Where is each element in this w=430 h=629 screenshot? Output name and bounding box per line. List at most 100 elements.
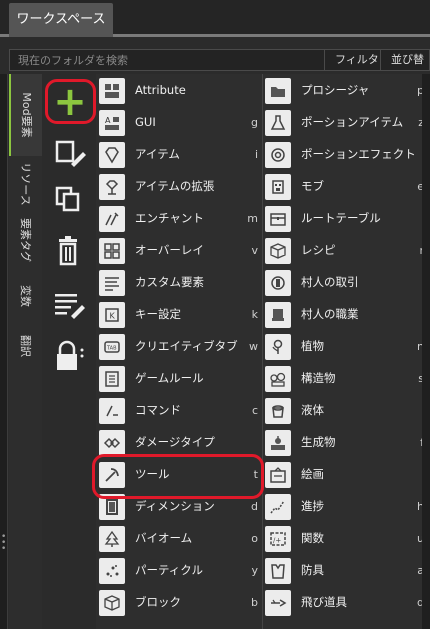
list-item[interactable]: 進捗 h — [262, 491, 424, 522]
mob-icon — [265, 174, 291, 200]
svg-text:A: A — [105, 116, 111, 125]
list-item[interactable]: ゲームルール — [96, 363, 258, 394]
tab-resources[interactable]: リソース — [9, 156, 42, 212]
item-label: ポーションエフェクト — [301, 147, 416, 161]
new-file-icon — [55, 140, 86, 167]
list-item[interactable]: 飛び道具 q — [262, 587, 424, 618]
item-label: オーバーレイ — [135, 243, 204, 257]
list-item[interactable]: 植物 n — [262, 331, 424, 362]
tab-workspace[interactable]: ワークスペース — [9, 3, 113, 37]
list-item[interactable]: Attribute — [96, 75, 258, 106]
list-item[interactable]: パーティクル y — [96, 555, 258, 586]
gui-icon: A — [99, 110, 125, 136]
list-item[interactable]: アイテム i — [96, 139, 258, 170]
right-panel-edge — [422, 74, 430, 629]
item-label: パーティクル — [135, 563, 203, 577]
list-item[interactable]: 村人の取引 — [262, 267, 424, 298]
list-item[interactable]: オーバーレイ v — [96, 235, 258, 266]
creative-tab-icon: TAB — [99, 334, 125, 360]
projectile-icon — [265, 590, 291, 616]
list-item[interactable]: ルートテーブルl — [262, 203, 424, 234]
villager-trade-icon — [265, 270, 291, 296]
list-item[interactable]: ポーションアイテムz — [262, 107, 424, 138]
list-item[interactable]: レシピr — [262, 235, 424, 266]
list-item[interactable]: 構造物s — [262, 363, 424, 394]
duplicate-button[interactable] — [51, 182, 89, 218]
edit-list-button[interactable] — [51, 286, 89, 322]
item-label: 村人の職業 — [301, 307, 359, 321]
damage-type-icon — [99, 430, 125, 456]
list-item[interactable]: K キー設定 k — [96, 299, 258, 330]
item-label: アイテム — [135, 147, 180, 161]
list-item[interactable]: 村人の職業 — [262, 299, 424, 330]
item-label: モブ — [301, 179, 324, 193]
tab-translations[interactable]: 翻訳 — [9, 324, 42, 368]
item-label: ブロック — [135, 595, 181, 609]
list-item[interactable]: 防具 a — [262, 555, 424, 586]
list-item[interactable]: アイテムの拡張 — [96, 171, 258, 202]
list-item[interactable]: TAB クリエイティブタブ w — [96, 331, 258, 362]
tab-label: 翻訳 — [18, 335, 32, 357]
filter-button[interactable]: フィルタ — [324, 50, 380, 70]
list-item[interactable]: モブ e — [262, 171, 424, 202]
tab-element-tags[interactable]: 要素タグ — [9, 212, 42, 268]
svg-text:K: K — [110, 312, 116, 321]
lock-button[interactable] — [51, 338, 89, 374]
svg-text:/+: /+ — [273, 537, 281, 545]
sort-button[interactable]: 並び替え — [380, 50, 430, 86]
item-label: 構造物 — [301, 371, 336, 385]
fluid-icon — [265, 398, 291, 424]
recipe-icon — [265, 238, 291, 264]
overlay-icon — [99, 238, 125, 264]
tab-label: リソース — [18, 162, 32, 206]
list-item[interactable]: 絵画 — [262, 459, 424, 490]
enchant-icon — [99, 206, 125, 232]
drag-handle-icon[interactable]: • • • — [1, 533, 6, 554]
list-item[interactable]: ポーションエフェクト — [262, 139, 424, 170]
item-label: クリエイティブタブ — [135, 339, 238, 353]
element-grid: Attribute A GUI g アイテム i アイテムの拡張 エンチャント m オー… — [96, 74, 426, 629]
delete-button[interactable] — [51, 234, 89, 270]
trash-icon — [59, 236, 77, 266]
toolbar: + — [42, 74, 96, 629]
item-label: カスタム要素 — [135, 275, 204, 289]
list-item[interactable]: 生成物f — [262, 427, 424, 458]
list-item[interactable]: カスタム要素 — [96, 267, 258, 298]
item-extension-icon — [99, 174, 125, 200]
attribute-icon — [99, 78, 125, 104]
item-label: 絵画 — [301, 467, 324, 481]
item-shortcut: c — [251, 404, 258, 417]
item-label: エンチャント — [135, 211, 204, 225]
list-item[interactable]: エンチャント m — [96, 203, 258, 234]
list-item[interactable]: コマンド c — [96, 395, 258, 426]
item-label: GUI — [135, 115, 156, 129]
item-shortcut: b — [251, 596, 258, 609]
tab-mod-elements[interactable]: Mod要素 — [9, 74, 42, 156]
item-label: 防具 — [301, 563, 324, 577]
list-item[interactable]: プロシージャ p — [262, 75, 424, 106]
highlight-add-button — [45, 79, 96, 124]
item-label: レシピ — [301, 243, 336, 257]
list-item[interactable]: 液体 — [262, 395, 424, 426]
function-icon: /+ — [265, 526, 291, 552]
item-shortcut: i — [254, 148, 258, 161]
new-file-button[interactable] — [51, 136, 89, 172]
list-item[interactable]: /+ 関数 u — [262, 523, 424, 554]
custom-element-icon — [99, 270, 125, 296]
procedure-icon — [265, 78, 291, 104]
item-label: ポーションアイテム — [301, 115, 404, 129]
item-shortcut: w — [249, 340, 258, 353]
tab-label: Mod要素 — [19, 92, 33, 138]
search-input[interactable] — [10, 50, 324, 70]
keybind-icon: K — [99, 302, 125, 328]
item-label: 関数 — [301, 531, 324, 545]
list-item[interactable]: A GUI g — [96, 107, 258, 138]
item-label: Attribute — [135, 83, 186, 97]
list-item[interactable]: バイオーム o — [96, 523, 258, 554]
list-item[interactable]: ブロック b — [96, 587, 258, 618]
item-label: アイテムの拡張 — [135, 179, 215, 193]
item-label: コマンド — [135, 403, 181, 417]
tab-label: 要素タグ — [18, 218, 32, 262]
tab-variables[interactable]: 変数 — [9, 268, 42, 324]
vertical-tabs: Mod要素 リソース 要素タグ 変数 翻訳 — [9, 74, 42, 629]
